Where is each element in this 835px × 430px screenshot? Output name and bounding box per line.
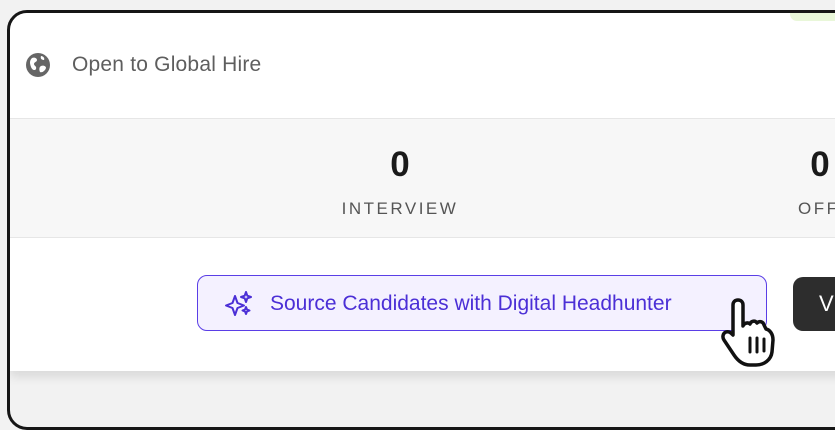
secondary-action-button[interactable]: V: [793, 277, 835, 331]
stats-band: 0 INTERVIEW 0 OFF: [10, 118, 835, 238]
globe-icon: [26, 53, 50, 77]
job-card: Open to Global Hire 0 INTERVIEW 0 OFF So…: [10, 13, 835, 371]
stat-offer-value: 0: [810, 145, 830, 184]
global-hire-label: Open to Global Hire: [72, 53, 262, 76]
secondary-action-label: V: [819, 291, 834, 316]
sparkle-icon: [225, 291, 252, 316]
card-frame: Open to Global Hire 0 INTERVIEW 0 OFF So…: [7, 10, 835, 430]
stat-interview-value: 0: [390, 145, 410, 184]
global-hire-row: Open to Global Hire: [10, 13, 835, 118]
source-candidates-label: Source Candidates with Digital Headhunte…: [270, 292, 672, 315]
hand-pointer-icon: [721, 298, 775, 367]
stat-offer-label: OFF: [798, 199, 835, 218]
source-candidates-button[interactable]: Source Candidates with Digital Headhunte…: [197, 275, 767, 331]
stat-interview-label: INTERVIEW: [341, 199, 459, 218]
